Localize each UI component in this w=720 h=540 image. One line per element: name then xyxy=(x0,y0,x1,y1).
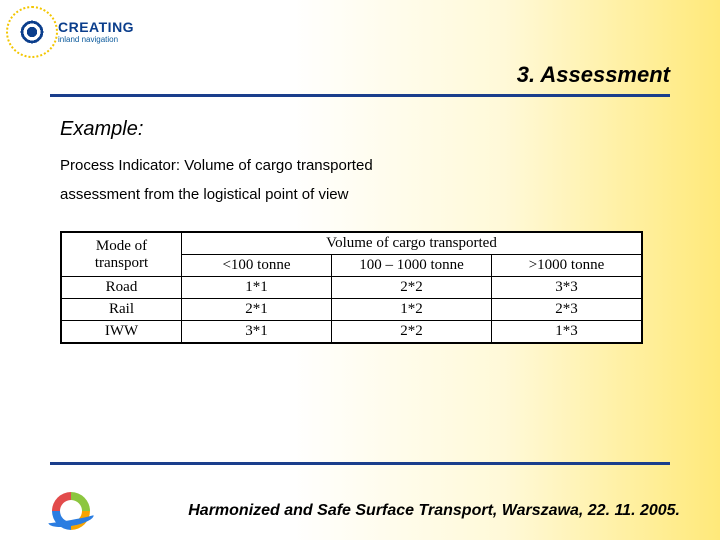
brand-subtitle: inland navigation xyxy=(58,36,134,44)
table-row: Road 1*1 2*2 3*3 xyxy=(62,277,642,299)
cell: 2*2 xyxy=(332,277,492,299)
cell: 2*1 xyxy=(182,299,332,321)
brand-text: CREATING inland navigation xyxy=(58,20,134,44)
row-name: Road xyxy=(62,277,182,299)
cell: 2*3 xyxy=(492,299,642,321)
table-header-group: Volume of cargo transported xyxy=(182,233,642,255)
header-divider xyxy=(50,94,670,97)
example-label: Example: xyxy=(60,118,670,141)
assessment-table: Mode of transport Volume of cargo transp… xyxy=(61,232,642,343)
table-header-col3: >1000 tonne xyxy=(492,255,642,277)
content-area: Example: Process Indicator: Volume of ca… xyxy=(60,118,670,349)
footer: Harmonized and Safe Surface Transport, W… xyxy=(0,490,680,532)
brand-word: CREATING xyxy=(58,20,134,34)
table-header-mode: Mode of transport xyxy=(62,233,182,277)
creating-logo-icon xyxy=(12,12,52,52)
cell: 1*3 xyxy=(492,321,642,343)
cell: 3*1 xyxy=(182,321,332,343)
cell: 2*2 xyxy=(332,321,492,343)
table-row: IWW 3*1 2*2 1*3 xyxy=(62,321,642,343)
cell: 1*2 xyxy=(332,299,492,321)
row-name: Rail xyxy=(62,299,182,321)
table-row: Rail 2*1 1*2 2*3 xyxy=(62,299,642,321)
brand-logo: CREATING inland navigation xyxy=(12,12,134,52)
assessment-table-wrap: Mode of transport Volume of cargo transp… xyxy=(60,231,643,344)
cell: 3*3 xyxy=(492,277,642,299)
table-header-col1: <100 tonne xyxy=(182,255,332,277)
row-name: IWW xyxy=(62,321,182,343)
footer-text: Harmonized and Safe Surface Transport, W… xyxy=(188,502,680,520)
page-title: 3. Assessment xyxy=(517,62,670,88)
assessment-line: assessment from the logistical point of … xyxy=(60,186,670,203)
footer-divider xyxy=(50,462,670,465)
indicator-line: Process Indicator: Volume of cargo trans… xyxy=(60,157,670,174)
cell: 1*1 xyxy=(182,277,332,299)
table-header-col2: 100 – 1000 tonne xyxy=(332,255,492,277)
fp6-logo-icon xyxy=(50,490,92,532)
